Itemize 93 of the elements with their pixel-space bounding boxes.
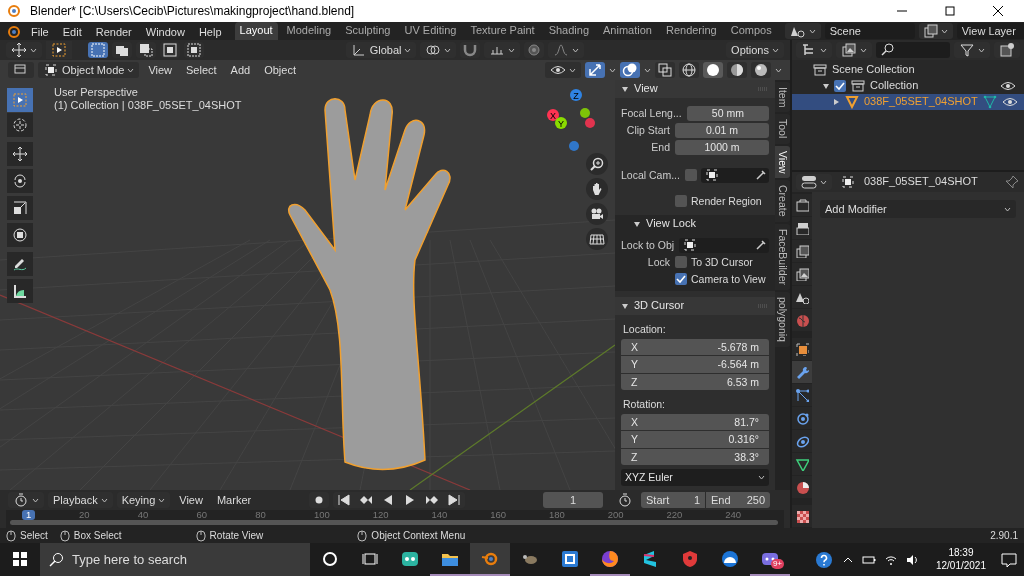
panel-header[interactable]: View Lock (615, 215, 775, 233)
panel-header[interactable]: 3D Cursor (615, 297, 775, 315)
frame-number: 120 (372, 510, 390, 520)
workspace-tab[interactable]: Compos (725, 22, 777, 40)
vector-field[interactable]: X 81.7° (621, 413, 769, 431)
vector-field[interactable]: Y -6.564 m (621, 356, 769, 373)
frame-number: 100 (314, 510, 331, 520)
workspace-tab[interactable]: Rendering (660, 22, 722, 40)
field-label: End (650, 140, 671, 154)
frame-number: 220 (666, 510, 684, 520)
rotation-mode-dropdown[interactable]: XYZ Euler (621, 469, 769, 486)
vector-field[interactable]: Z 6.53 m (621, 373, 769, 391)
menu-item[interactable]: Marker (211, 492, 257, 508)
scene-field[interactable]: Scene (824, 23, 915, 39)
field-label: Lock (646, 255, 671, 269)
taskbar-clock[interactable]: 18:39 12/01/2021 (927, 547, 994, 572)
number-field[interactable]: 50 mm (686, 105, 769, 121)
menu-item[interactable]: Window (140, 24, 190, 40)
workspace-tab[interactable]: Texture Paint (465, 22, 540, 40)
object-info-label: (1) Collection | 038F_05SET_04SHOT (54, 99, 242, 113)
vector-field[interactable]: Y 0.316° (621, 431, 769, 448)
workspace-tab[interactable]: Shading (543, 22, 595, 40)
menu-item[interactable]: Playback (48, 492, 113, 508)
end-frame-field[interactable]: End 250 (706, 492, 770, 508)
menu-item[interactable]: Add (225, 62, 256, 78)
number-field[interactable]: 0.01 m (675, 122, 769, 138)
sidebar-tab[interactable]: View (775, 145, 790, 179)
sidebar-tab[interactable]: Item (775, 82, 790, 113)
workspace-tab[interactable]: Modeling (281, 22, 337, 40)
field-label: Focal Leng... (621, 106, 683, 120)
checkbox-label[interactable]: Camera to View (675, 272, 766, 286)
frame-number: 40 (137, 510, 150, 520)
menu-item[interactable]: Render (90, 24, 137, 40)
frame-number: 80 (255, 510, 267, 520)
notification-badge: 9+ (770, 559, 784, 569)
add-modifier-dropdown[interactable]: Add Modifier (820, 200, 1016, 218)
outliner-item[interactable]: Collection (792, 78, 1024, 94)
checkbox-label[interactable]: To 3D Cursor (675, 255, 753, 269)
outliner-item[interactable]: Scene Collection (792, 62, 1024, 78)
status-hint: Box Select (73, 529, 122, 542)
current-frame-field[interactable]: 1 (543, 492, 603, 508)
menu-item[interactable]: Object (259, 62, 301, 78)
menu-item[interactable]: View (174, 492, 208, 508)
vector-field[interactable]: Z 38.3° (621, 448, 769, 466)
workspace-tab[interactable]: UV Editing (399, 22, 462, 40)
gizmo-axis-handle[interactable]: Z (570, 89, 582, 101)
panel-header[interactable]: View (615, 80, 775, 98)
status-hint: Select (20, 529, 48, 542)
view-layer-field[interactable]: View Layer (956, 23, 1024, 39)
playhead-marker[interactable]: 1 (22, 510, 36, 520)
frame-number: 180 (549, 510, 566, 520)
field-label: Local Cam... (621, 168, 681, 182)
workspace-tab[interactable]: Sculpting (340, 22, 396, 40)
start-frame-field[interactable]: Start 1 (641, 492, 705, 508)
menu-item[interactable]: View (143, 62, 178, 78)
view-name-label: User Perspective (54, 86, 139, 100)
options-dropdown[interactable]: Options (726, 42, 784, 58)
workspace-tab[interactable]: Animation (598, 22, 657, 40)
gizmo-axis-handle[interactable]: X (547, 109, 559, 121)
menu-item[interactable]: Help (193, 24, 227, 40)
sidebar-tab[interactable]: Tool (775, 114, 790, 144)
number-field[interactable]: 1000 m (675, 139, 769, 155)
taskbar-app[interactable]: 9+ (750, 543, 790, 576)
vector-field[interactable]: X -5.678 m (621, 338, 769, 356)
field-label: Rotation: (622, 398, 667, 411)
object-name-label: 038F_05SET_04SHOT (864, 175, 979, 189)
menu-item[interactable]: Edit (57, 24, 87, 40)
field-label: Lock to Obj (621, 238, 676, 252)
frame-number: 140 (431, 510, 449, 520)
menu-item[interactable]: Select (181, 62, 222, 78)
checkbox-label[interactable]: Render Region (675, 194, 762, 208)
taskbar-search-field[interactable]: Type here to search (40, 543, 310, 576)
outliner-item[interactable]: 038F_05SET_04SHOT (792, 94, 1024, 110)
orientation-dropdown[interactable]: Global (345, 42, 417, 58)
menu-item[interactable]: Keying (116, 492, 171, 508)
frame-number: 60 (196, 510, 209, 520)
mode-dropdown[interactable]: Object Mode (38, 62, 140, 78)
version-label: 2.90.1 (990, 529, 1018, 542)
sidebar-tab[interactable]: polygoniq (775, 291, 790, 347)
field-label: Location: (622, 323, 667, 336)
window-title: Blender* [C:\Users\Cecib\Pictures\makingproject\hand.blend] (30, 3, 355, 19)
workspace-tab[interactable]: Layout (234, 22, 278, 40)
frame-number: 20 (79, 510, 91, 520)
status-hint: Object Context Menu (371, 529, 466, 542)
sidebar-tab[interactable]: FaceBuilder (775, 223, 790, 290)
menu-item[interactable]: File (26, 24, 54, 40)
sidebar-tab[interactable]: Create (775, 180, 790, 222)
frame-number: 160 (490, 510, 508, 520)
frame-number: 200 (607, 510, 625, 520)
frame-number: 240 (725, 510, 743, 520)
status-hint: Rotate View (209, 529, 264, 542)
field-label: Clip Start (625, 123, 671, 137)
gizmo-axis-handle[interactable]: Y (555, 117, 567, 129)
